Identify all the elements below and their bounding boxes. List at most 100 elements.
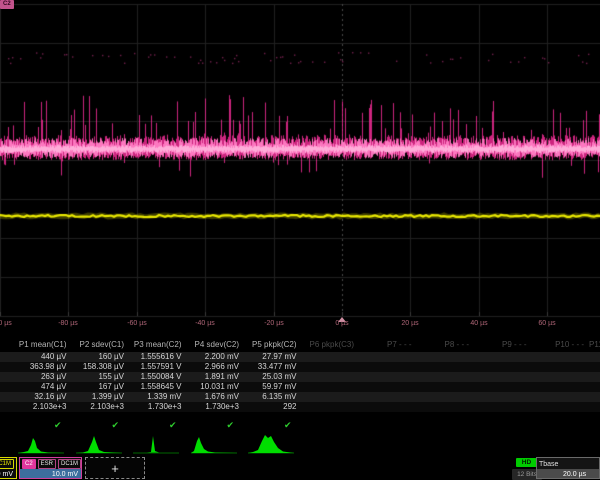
- measure-header[interactable]: P3 mean(C2): [127, 340, 185, 350]
- measure-status-check: ✔: [127, 420, 185, 430]
- measure-value: [415, 362, 473, 372]
- measure-header[interactable]: P2 sdev(C1): [70, 340, 128, 350]
- measure-value: 1.730e+3: [127, 402, 185, 412]
- measure-status-check: ✔: [185, 420, 243, 430]
- measure-value: 33.477 mV: [242, 362, 300, 372]
- measure-header[interactable]: P1 mean(C1): [12, 340, 70, 350]
- measure-value: 263 µV: [12, 372, 70, 382]
- timebase-descriptor[interactable]: Tbase 20.0 µs: [536, 457, 600, 479]
- measure-value: [357, 362, 415, 372]
- time-axis-label: -40 µs: [195, 320, 215, 327]
- measure-value: 27.97 mV: [242, 352, 300, 362]
- measure-value: 1.676 mV: [185, 392, 243, 402]
- measure-value: 167 µV: [70, 382, 128, 392]
- measure-value: 440 µV: [12, 352, 70, 362]
- time-axis: -100 µs -80 µs -60 µs -40 µs -20 µs 0 µs 20 µs…: [0, 317, 600, 333]
- measure-header[interactable]: P9 - - -: [472, 340, 530, 350]
- time-axis-label: -20 µs: [264, 320, 284, 327]
- measure-value: 2.200 mV: [185, 352, 243, 362]
- measure-value: [472, 352, 530, 362]
- measure-status-check: ✔: [242, 420, 300, 430]
- measure-stat-row: 263 µV155 µV1.550084 V1.891 mV25.03 mV: [0, 372, 600, 382]
- measure-value: 59.97 mV: [242, 382, 300, 392]
- histicon[interactable]: [133, 433, 179, 456]
- measure-value: [357, 382, 415, 392]
- trace-badge[interactable]: C2: [0, 0, 14, 9]
- measure-value: [300, 392, 358, 402]
- measure-value: [530, 372, 588, 382]
- measure-value: 10.031 mV: [185, 382, 243, 392]
- histicon[interactable]: [76, 433, 122, 456]
- c1-coupling-tag: DC1M: [0, 459, 14, 469]
- measure-value: 1.557591 V: [127, 362, 185, 372]
- measure-value: [415, 392, 473, 402]
- histicon[interactable]: [18, 433, 64, 456]
- measure-value: 2.103e+3: [70, 402, 128, 412]
- measure-value: 1.891 mV: [185, 372, 243, 382]
- measure-value: [587, 382, 600, 392]
- measurement-table: P1 mean(C1)P2 sdev(C1)P3 mean(C2)P4 sdev…: [0, 336, 600, 436]
- timebase-title: Tbase: [537, 458, 599, 469]
- measure-stat-row: 2.103e+32.103e+31.730e+31.730e+3292: [0, 402, 600, 412]
- channel-c2-descriptor[interactable]: C2 ESR DC1M 10.0 mV: [19, 457, 82, 479]
- measure-value: 2.966 mV: [185, 362, 243, 372]
- time-axis-label: 60 µs: [538, 320, 555, 327]
- measure-header[interactable]: P7 - - -: [357, 340, 415, 350]
- measure-header[interactable]: P11: [587, 340, 600, 350]
- measure-value: [300, 352, 358, 362]
- measure-value: [300, 362, 358, 372]
- measure-value: [357, 352, 415, 362]
- hd-mode-badge[interactable]: HD: [516, 458, 537, 467]
- measure-value: [357, 402, 415, 412]
- measure-value: [472, 382, 530, 392]
- measure-value: 1.558645 V: [127, 382, 185, 392]
- measure-value: 292: [242, 402, 300, 412]
- measure-value: [587, 372, 600, 382]
- measure-value: [530, 402, 588, 412]
- measure-value: [357, 392, 415, 402]
- timebase-value: 20.0 µs: [537, 469, 599, 479]
- measure-value: 1.550084 V: [127, 372, 185, 382]
- measure-value: 1.339 mV: [127, 392, 185, 402]
- measure-value: [415, 372, 473, 382]
- c2-esr-tag: ESR: [38, 459, 56, 469]
- time-axis-label: -60 µs: [127, 320, 147, 327]
- time-axis-label: -80 µs: [58, 320, 78, 327]
- measure-value: [415, 382, 473, 392]
- measure-value: 1.730e+3: [185, 402, 243, 412]
- measure-value: [300, 402, 358, 412]
- channel-c1-descriptor[interactable]: DC1M 0 mV: [0, 457, 17, 479]
- measure-value: 1.399 µV: [70, 392, 128, 402]
- time-axis-label: 0 µs: [335, 320, 348, 327]
- measure-value: [530, 362, 588, 372]
- measure-stat-row: 363.98 µV158.308 µV1.557591 V2.966 mV33.…: [0, 362, 600, 372]
- c2-coupling-tag: DC1M: [58, 459, 81, 469]
- measure-value: 2.103e+3: [12, 402, 70, 412]
- measure-value: [587, 392, 600, 402]
- measure-value: 363.98 µV: [12, 362, 70, 372]
- measure-header[interactable]: P8 - - -: [415, 340, 473, 350]
- add-trace-button[interactable]: +: [85, 457, 145, 479]
- measure-value: [472, 362, 530, 372]
- measure-value: [587, 402, 600, 412]
- measure-stat-row: 32.16 µV1.399 µV1.339 mV1.676 mV6.135 mV: [0, 392, 600, 402]
- measure-value: [587, 352, 600, 362]
- measure-value: 1.555616 V: [127, 352, 185, 362]
- measure-value: [530, 392, 588, 402]
- measure-status-check: ✔: [12, 420, 70, 430]
- measure-value: [300, 382, 358, 392]
- measure-value: 25.03 mV: [242, 372, 300, 382]
- measure-value: 155 µV: [70, 372, 128, 382]
- measure-value: 158.308 µV: [70, 362, 128, 372]
- time-axis-label: 20 µs: [401, 320, 418, 327]
- oscilloscope-screen: C2 -100 µs -80 µs -60 µs -40 µs -20 µs 0 µs 20…: [0, 0, 600, 480]
- measure-header[interactable]: P5 pkpk(C2): [242, 340, 300, 350]
- measure-header[interactable]: P6 pkpk(C3): [300, 340, 358, 350]
- measure-header[interactable]: P4 sdev(C2): [185, 340, 243, 350]
- histicon[interactable]: [191, 433, 237, 456]
- measure-stat-row: 440 µV160 µV1.555616 V2.200 mV27.97 mV: [0, 352, 600, 362]
- waveform-display[interactable]: [0, 0, 600, 318]
- histicon[interactable]: [248, 433, 294, 456]
- time-axis-label: -100 µs: [0, 320, 12, 327]
- measure-header[interactable]: P10 - - -: [530, 340, 588, 350]
